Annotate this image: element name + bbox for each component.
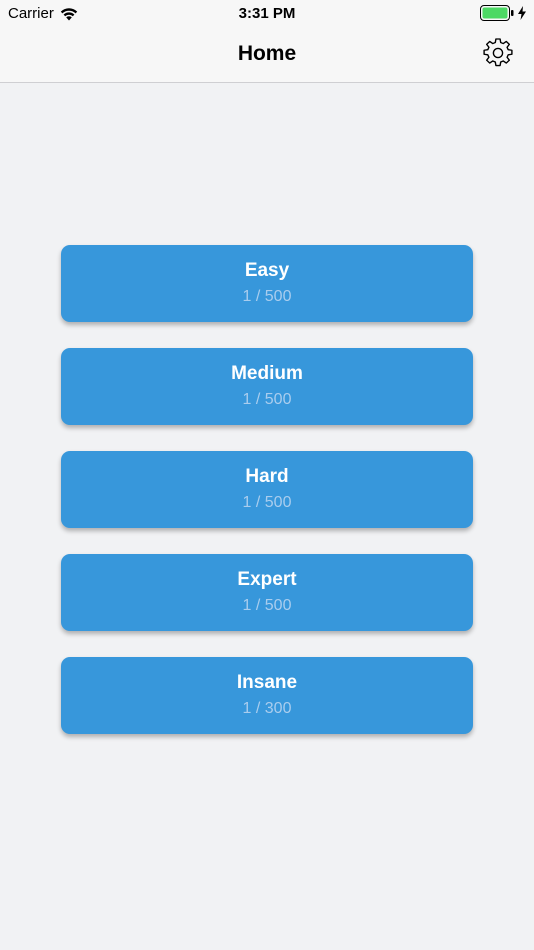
level-button-medium[interactable]: Medium 1 / 500: [61, 348, 473, 425]
level-list: Easy 1 / 500 Medium 1 / 500 Hard 1 / 500…: [61, 245, 473, 734]
status-bar-right: [480, 5, 526, 21]
level-button-insane[interactable]: Insane 1 / 300: [61, 657, 473, 734]
level-name: Hard: [245, 466, 289, 487]
page-title: Home: [237, 42, 297, 65]
level-button-hard[interactable]: Hard 1 / 500: [61, 451, 473, 528]
charging-bolt-icon: [518, 6, 526, 20]
battery-icon: [480, 5, 514, 21]
level-progress: 1 / 500: [242, 391, 292, 408]
settings-button[interactable]: [482, 37, 514, 73]
status-time: 3:31 PM: [238, 5, 296, 22]
status-bar: Carrier 3:31 PM: [0, 0, 534, 28]
level-button-easy[interactable]: Easy 1 / 500: [61, 245, 473, 322]
level-progress: 1 / 300: [242, 700, 292, 717]
level-progress: 1 / 500: [242, 288, 292, 305]
level-name: Easy: [244, 260, 290, 281]
level-button-expert[interactable]: Expert 1 / 500: [61, 554, 473, 631]
level-progress: 1 / 500: [242, 597, 292, 614]
level-name: Insane: [236, 672, 298, 693]
level-name: Medium: [231, 363, 303, 384]
level-name: Expert: [237, 569, 297, 590]
navigation-bar: Home: [0, 28, 534, 83]
gear-icon: [483, 37, 513, 73]
level-progress: 1 / 500: [242, 494, 292, 511]
